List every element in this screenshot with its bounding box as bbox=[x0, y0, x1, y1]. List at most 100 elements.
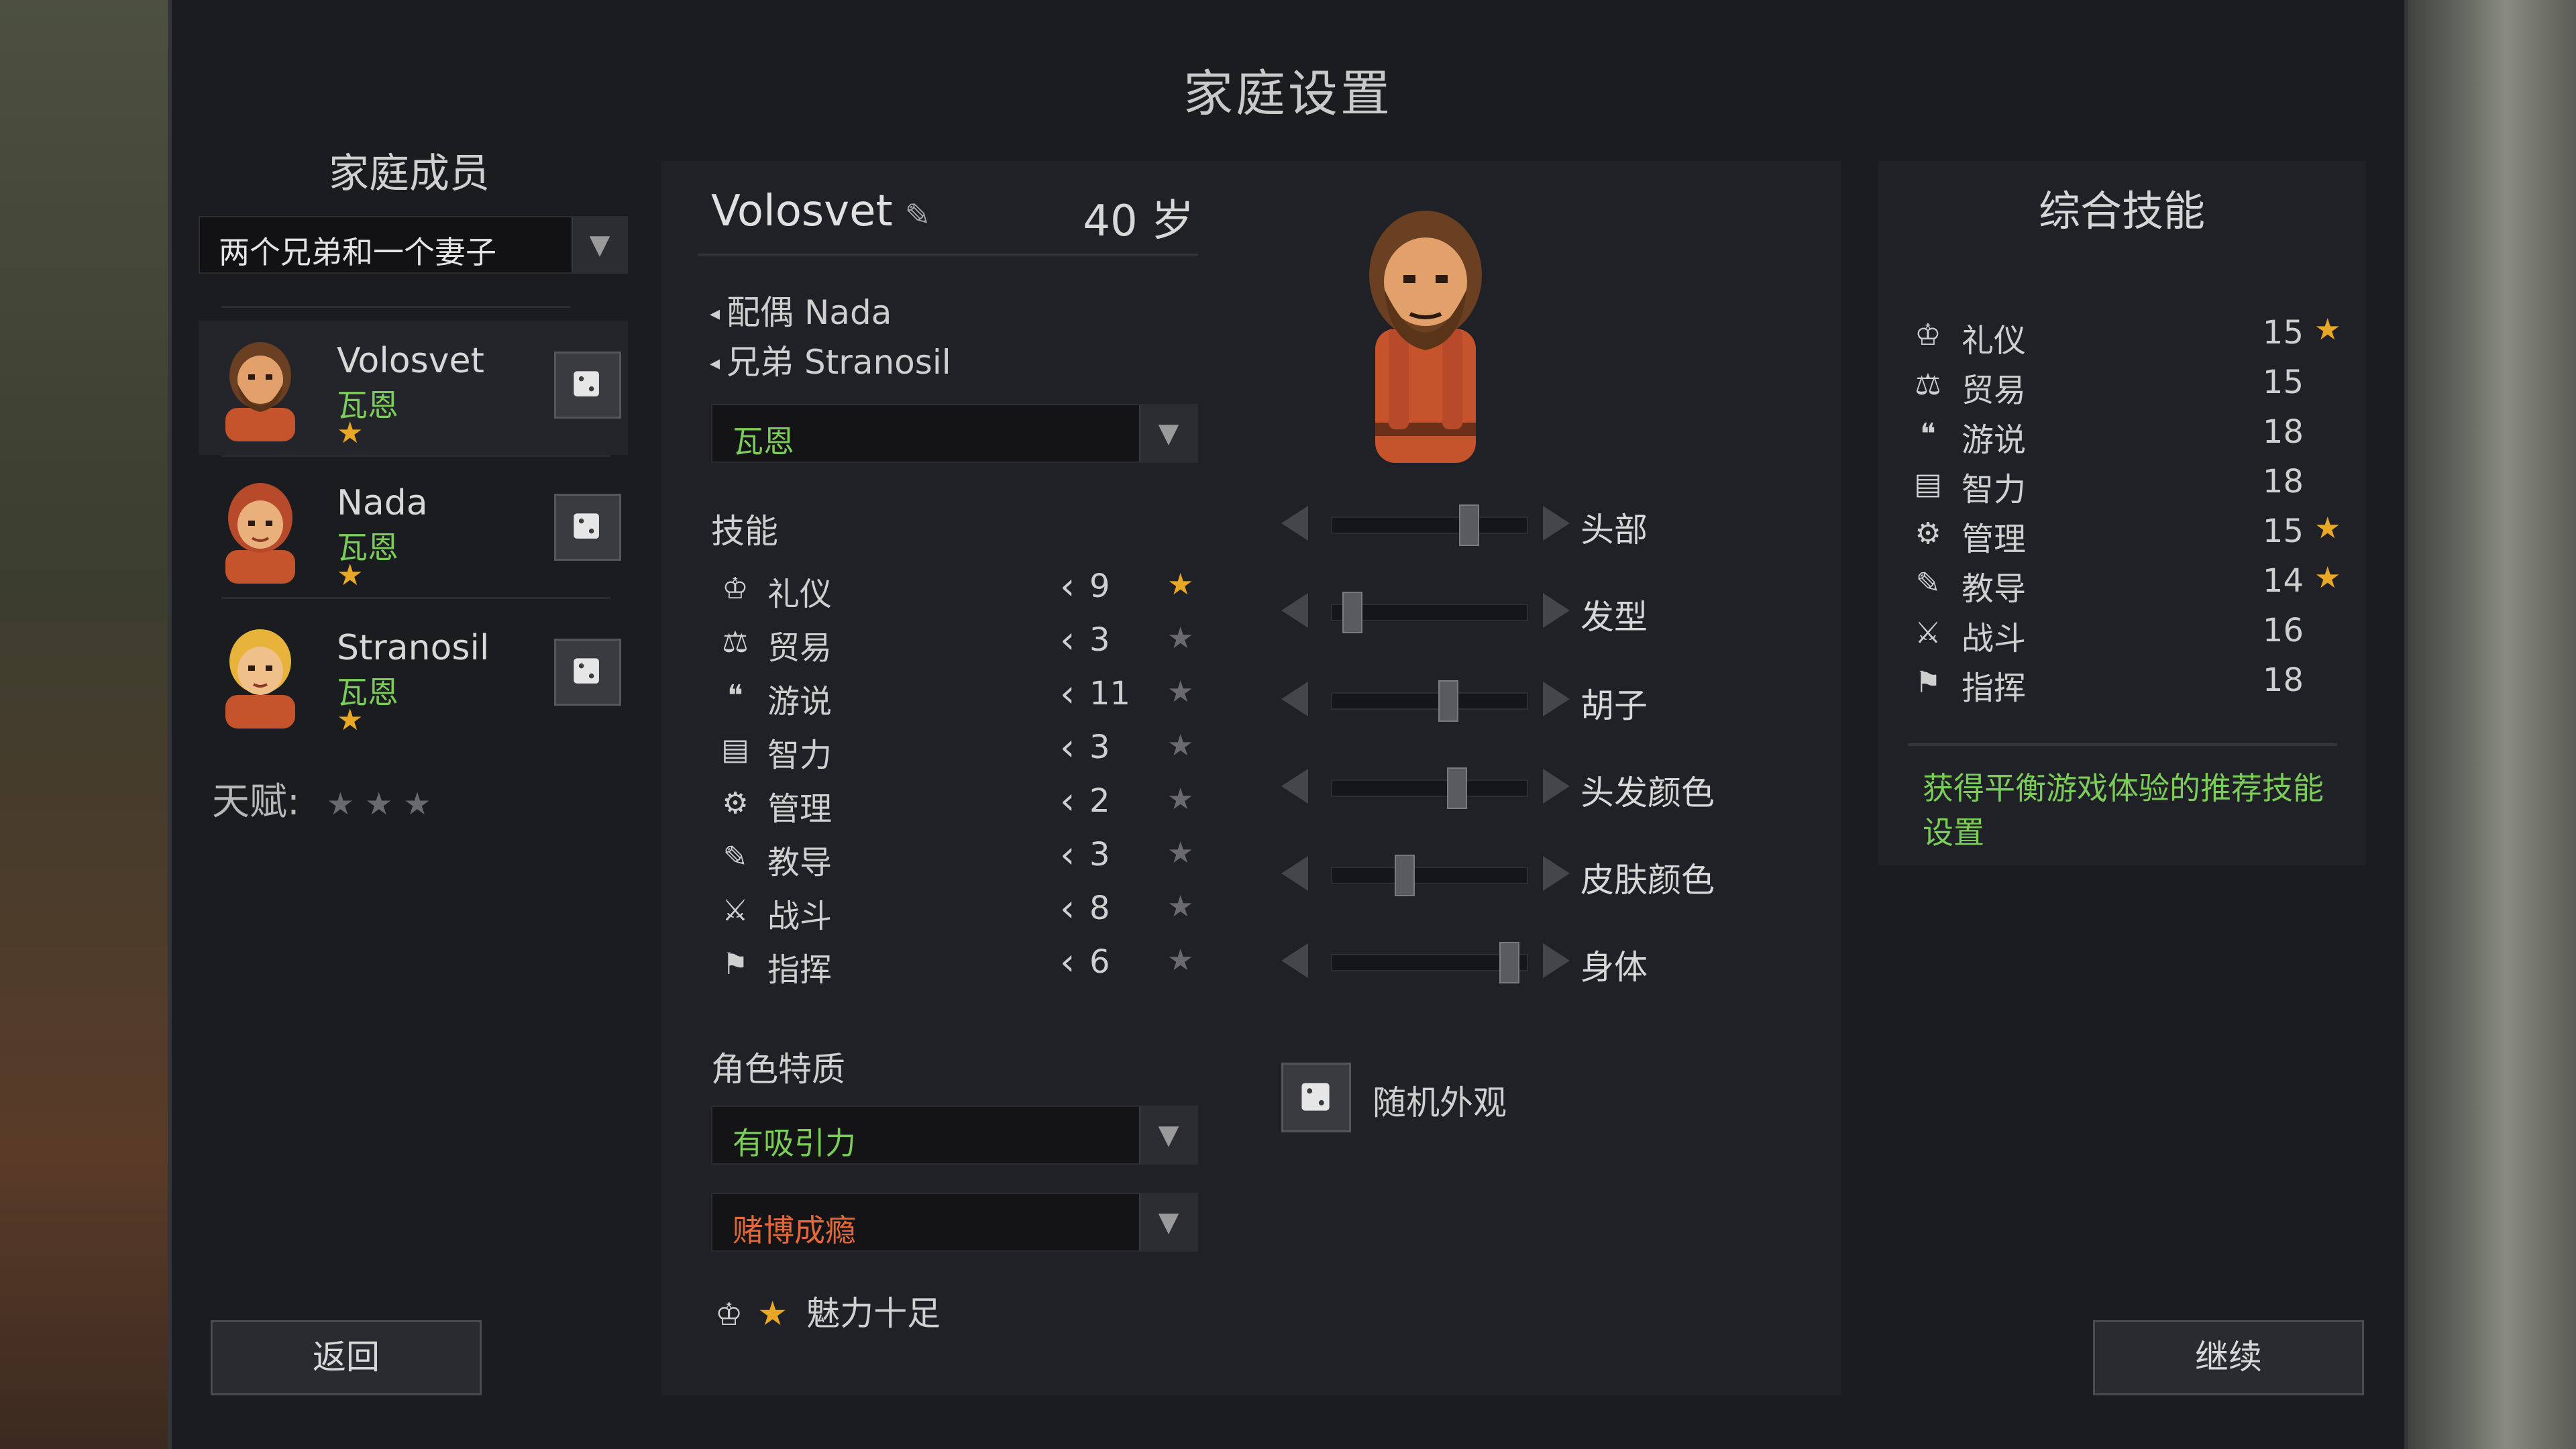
trait-negative-value: 赌博成瘾 bbox=[733, 1212, 856, 1248]
randomize-member-button[interactable] bbox=[554, 352, 621, 419]
slider-thumb[interactable] bbox=[1459, 504, 1480, 546]
background-right bbox=[2402, 0, 2576, 1449]
decrease-skill-button[interactable]: ‹ bbox=[1060, 941, 1075, 984]
star-icon: ★ bbox=[2314, 313, 2341, 347]
arrow-left-icon[interactable] bbox=[1281, 856, 1308, 891]
relation-spouse[interactable]: ◂ 配偶 Nada bbox=[710, 286, 892, 334]
slider-body[interactable]: 身体 bbox=[1281, 941, 1764, 994]
member-card-stranosil[interactable]: Stranosil 瓦恩 ★ bbox=[199, 608, 628, 742]
combat-icon: ⚔ bbox=[722, 894, 749, 928]
random-appearance-button[interactable] bbox=[1281, 1063, 1351, 1132]
arrow-left-icon[interactable] bbox=[1281, 682, 1308, 716]
character-name-row[interactable]: Volosvet ✎ bbox=[711, 186, 930, 236]
chevron-down-icon[interactable]: ▼ bbox=[1139, 1107, 1197, 1163]
slider-thumb[interactable] bbox=[1447, 767, 1467, 809]
decrease-skill-button[interactable]: ‹ bbox=[1060, 672, 1075, 716]
traits-label: 角色特质 bbox=[711, 1050, 845, 1089]
star-icon: ★ bbox=[2314, 511, 2341, 545]
page-title: 家庭设置 bbox=[1183, 65, 1393, 123]
summary-row-intellect: ▤ 智力 18 bbox=[1908, 462, 2351, 510]
recommended-skills-link[interactable]: 获得平衡游戏体验的推荐技能设置 bbox=[1923, 766, 2325, 855]
chevron-down-icon[interactable]: ▼ bbox=[1139, 405, 1197, 462]
decrease-skill-button[interactable]: ‹ bbox=[1060, 780, 1075, 823]
skill-star-toggle[interactable]: ★ bbox=[1167, 568, 1193, 602]
summary-row-persuasion: ❝ 游说 18 bbox=[1908, 412, 2351, 460]
skill-star-toggle[interactable]: ★ bbox=[1167, 621, 1193, 655]
trait-positive-select[interactable]: 有吸引力 ▼ bbox=[711, 1106, 1198, 1165]
random-appearance-label: 随机外观 bbox=[1373, 1083, 1507, 1122]
decrease-skill-button[interactable]: ‹ bbox=[1060, 887, 1075, 930]
back-button[interactable]: 返回 bbox=[211, 1320, 482, 1395]
trait-perk: ♔ ★ 魅力十足 bbox=[715, 1294, 941, 1333]
arrow-right-icon[interactable] bbox=[1543, 943, 1570, 978]
arrow-left-icon[interactable] bbox=[1281, 506, 1308, 541]
arrow-left-icon[interactable] bbox=[1281, 593, 1308, 628]
family-preset-select[interactable]: 两个兄弟和一个妻子 ▼ bbox=[199, 216, 628, 274]
member-card-volosvet[interactable]: Volosvet 瓦恩 ★ bbox=[199, 321, 628, 455]
command-icon: ⚑ bbox=[722, 947, 749, 981]
chevron-down-icon[interactable]: ▼ bbox=[1139, 1194, 1197, 1250]
skill-row-trade: ⚖ 贸易 ‹ 3 ★ bbox=[711, 616, 1208, 669]
avatar bbox=[225, 629, 295, 729]
slider-hair-color[interactable]: 头发颜色 bbox=[1281, 766, 1764, 820]
trait-negative-select[interactable]: 赌博成瘾 ▼ bbox=[711, 1193, 1198, 1252]
arrow-left-icon[interactable] bbox=[1281, 943, 1308, 978]
relation-brother[interactable]: ◂ 兄弟 Stranosil bbox=[710, 335, 951, 384]
slider-track[interactable] bbox=[1331, 517, 1528, 534]
skill-row-management: ⚙ 管理 ‹ 2 ★ bbox=[711, 777, 1208, 830]
decrease-skill-button[interactable]: ‹ bbox=[1060, 726, 1075, 769]
arrow-right-icon[interactable] bbox=[1543, 593, 1570, 628]
arrow-right-icon[interactable] bbox=[1543, 856, 1570, 891]
slider-beard[interactable]: 胡子 bbox=[1281, 679, 1764, 733]
member-card-nada[interactable]: Nada 瓦恩 ★ bbox=[199, 463, 628, 597]
decrease-skill-button[interactable]: ‹ bbox=[1060, 833, 1075, 877]
trade-icon: ⚖ bbox=[1915, 368, 1941, 402]
divider bbox=[1908, 743, 2337, 746]
culture-select[interactable]: 瓦恩 ▼ bbox=[711, 404, 1198, 463]
slider-skin-color[interactable]: 皮肤颜色 bbox=[1281, 853, 1764, 907]
continue-button[interactable]: 继续 bbox=[2093, 1320, 2364, 1395]
slider-track[interactable] bbox=[1331, 780, 1528, 797]
slider-track[interactable] bbox=[1331, 692, 1528, 710]
member-name: Stranosil bbox=[337, 628, 490, 668]
decrease-skill-button[interactable]: ‹ bbox=[1060, 619, 1075, 662]
decrease-skill-button[interactable]: ‹ bbox=[1060, 565, 1075, 608]
pencil-icon[interactable]: ✎ bbox=[905, 197, 931, 233]
member-star: ★ bbox=[337, 703, 364, 737]
talent-row: 天赋: ★★★ bbox=[212, 771, 442, 826]
divider bbox=[221, 455, 610, 457]
dice-icon bbox=[1301, 1083, 1330, 1111]
slider-thumb[interactable] bbox=[1438, 680, 1458, 722]
skill-star-toggle[interactable]: ★ bbox=[1167, 782, 1193, 816]
skill-star-toggle[interactable]: ★ bbox=[1167, 729, 1193, 763]
arrow-right-icon[interactable] bbox=[1543, 682, 1570, 716]
skill-row-persuasion: ❝ 游说 ‹ 11 ★ bbox=[711, 669, 1208, 723]
dice-icon bbox=[574, 371, 599, 396]
star-icon: ★ bbox=[2314, 561, 2341, 595]
slider-thumb[interactable] bbox=[1395, 855, 1415, 896]
skill-star-toggle[interactable]: ★ bbox=[1167, 675, 1193, 709]
member-name: Nada bbox=[337, 483, 428, 523]
dice-icon bbox=[574, 658, 599, 684]
arrow-left-icon[interactable] bbox=[1281, 769, 1308, 804]
character-name: Volosvet bbox=[711, 186, 893, 236]
skill-star-toggle[interactable]: ★ bbox=[1167, 890, 1193, 924]
slider-thumb[interactable] bbox=[1499, 942, 1519, 983]
summary-row-trade: ⚖ 贸易 15 bbox=[1908, 362, 2351, 411]
randomize-member-button[interactable] bbox=[554, 494, 621, 561]
member-star: ★ bbox=[337, 416, 364, 450]
slider-thumb[interactable] bbox=[1342, 592, 1362, 633]
slider-track[interactable] bbox=[1331, 867, 1528, 884]
slider-head[interactable]: 头部 bbox=[1281, 503, 1764, 557]
skill-row-combat: ⚔ 战斗 ‹ 8 ★ bbox=[711, 884, 1208, 938]
summary-row-education: ✎ 教导 14 ★ bbox=[1908, 561, 2351, 609]
skill-star-toggle[interactable]: ★ bbox=[1167, 836, 1193, 870]
arrow-right-icon[interactable] bbox=[1543, 769, 1570, 804]
slider-track[interactable] bbox=[1331, 954, 1528, 971]
randomize-member-button[interactable] bbox=[554, 639, 621, 706]
chevron-down-icon[interactable]: ▼ bbox=[572, 217, 627, 272]
skill-star-toggle[interactable]: ★ bbox=[1167, 943, 1193, 977]
slider-hairstyle[interactable]: 发型 bbox=[1281, 590, 1764, 644]
arrow-right-icon[interactable] bbox=[1543, 506, 1570, 541]
background-left bbox=[0, 0, 168, 1449]
